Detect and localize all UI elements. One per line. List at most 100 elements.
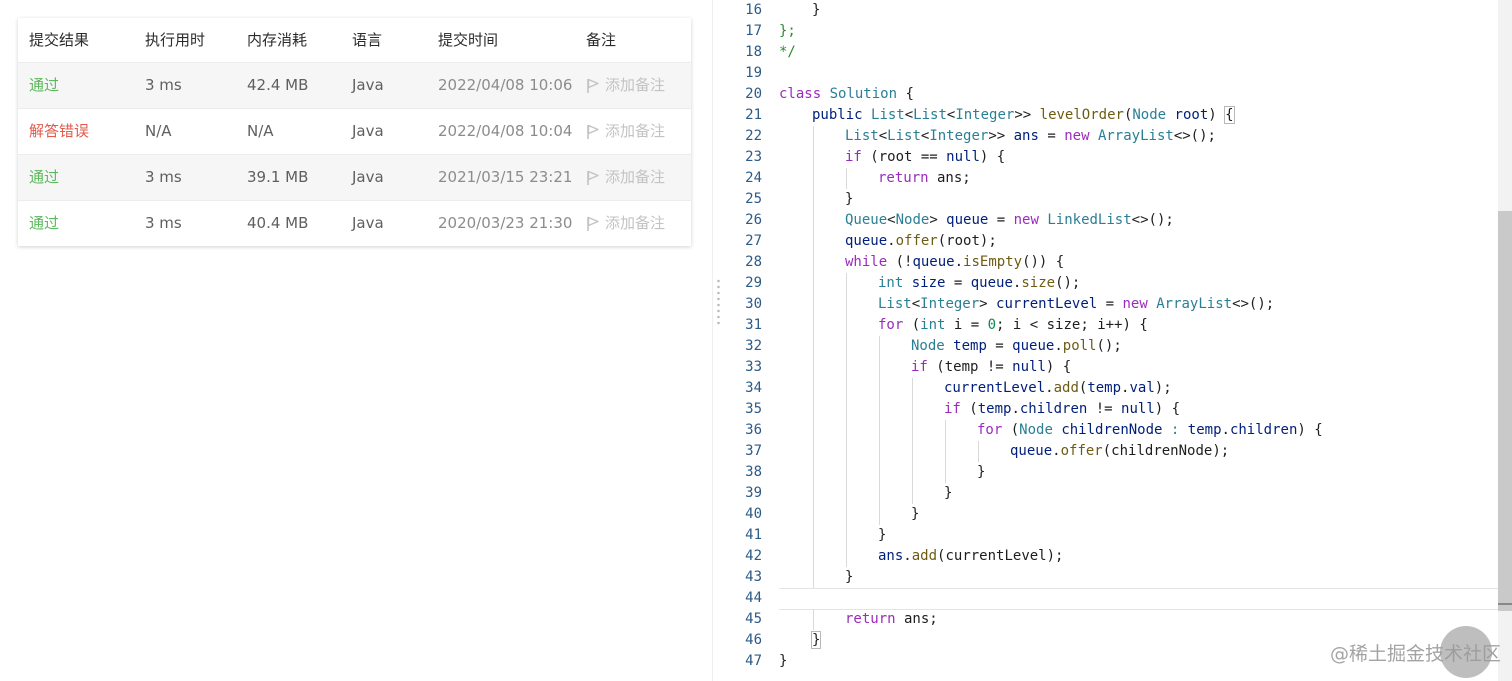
add-note-button[interactable]: 添加备注 [586,155,665,200]
indent-guide [813,168,814,189]
line-number: 46 [745,632,762,648]
table-row: 解答错误 N/A N/A Java 2022/04/08 10:04 添加备注 [18,108,691,154]
vertical-scrollbar[interactable] [1498,0,1512,681]
code-token: i = [945,317,988,333]
code-token: } [911,506,920,522]
code-line: return ans; [878,168,971,189]
code-token: new [1064,128,1090,144]
code-token: List [871,107,905,123]
code-token: } [845,191,854,207]
indent-guide [846,504,847,525]
language-cell: Java [352,122,384,140]
runtime-cell: 3 ms [145,214,182,232]
code-token: Node [1132,107,1167,123]
code-token: < [904,107,914,123]
indent-guide [813,294,814,315]
language-cell: Java [352,76,384,94]
line-number: 43 [745,569,762,585]
code-line: } [812,0,820,21]
code-token: currentLevel [944,380,1046,396]
add-note-button[interactable]: 添加备注 [586,109,665,154]
code-token: } [878,527,887,543]
code-token: children [1019,401,1088,417]
code-line: List<List<Integer>> ans = new ArrayList<… [845,126,1216,147]
code-line: while (!queue.isEmpty()) { [845,252,1064,273]
code-line: queue.offer(root); [845,231,997,252]
code-token: } [812,2,821,18]
indent-guide [813,525,814,546]
indent-guide [813,399,814,420]
indent-guide [813,441,814,462]
code-line: } [911,504,919,525]
drag-handle-icon[interactable] [717,278,720,326]
language-cell: Java [352,214,384,232]
indent-guide [912,420,913,441]
code-line: ans.add(currentLevel); [878,546,1063,567]
line-number: 17 [745,23,762,39]
indent-guide [813,483,814,504]
code-token: children [1229,422,1298,438]
code-token: <>(); [1131,212,1174,228]
code-token: . [1054,338,1063,354]
code-line: } [810,630,822,651]
result-cell[interactable]: 解答错误 [29,109,89,154]
add-note-label: 添加备注 [605,122,666,140]
code-token: levelOrder [1039,107,1124,123]
code-token: int [878,275,904,291]
indent-guide [813,189,814,210]
code-token: ArrayList [1156,296,1233,312]
memory-cell: 40.4 MB [247,214,309,232]
indent-guide [945,420,946,441]
indent-guide [846,273,847,294]
indent-guide [813,336,814,357]
code-token: ; i < size; i++) { [996,317,1148,333]
code-token: Node [895,212,930,228]
result-cell[interactable]: 通过 [29,63,59,108]
result-cell[interactable]: 通过 [29,201,59,246]
code-token: . [1011,401,1020,417]
code-token: (root); [937,233,997,249]
code-token: { [897,86,914,102]
code-line: } [845,567,853,588]
indent-guide [912,483,913,504]
memory-cell: 39.1 MB [247,168,309,186]
indent-guide [813,231,814,252]
code-token: if [911,359,928,375]
code-token: List [878,296,912,312]
add-note-button[interactable]: 添加备注 [586,201,665,246]
scrollbar-cursor-marker [1498,603,1512,605]
result-cell[interactable]: 通过 [29,155,59,200]
code-editor[interactable]: 16 17 18 19 20 21 22 23 24 25 26 27 28 29 30 31 32 33 34 35… [724,0,1512,681]
add-note-button[interactable]: 添加备注 [586,63,665,108]
code-token: childrenNode [1061,422,1163,438]
matched-bracket: { [1224,106,1235,124]
indent-guide [879,336,880,357]
table-row: 通过 3 ms 40.4 MB Java 2020/03/23 21:30 添加备注 [18,200,691,246]
code-line: class Solution { [779,84,914,105]
flag-icon [587,124,599,139]
line-number: 39 [745,485,762,501]
code-token: List [887,128,921,144]
indent-guide [912,462,913,483]
code-area[interactable]: }}; */class Solution {public List<List<In… [779,0,1498,681]
code-token: temp [977,401,1012,417]
code-token: } [779,653,788,669]
code-line: Queue<Node> queue = new LinkedList<>(); [845,210,1174,231]
code-token: < [911,296,921,312]
code-token: queue [845,233,888,249]
code-token: poll [1062,338,1097,354]
code-token: != [1087,401,1122,417]
code-token: queue [1012,338,1055,354]
scrollbar-thumb[interactable] [1498,211,1512,611]
add-note-label: 添加备注 [605,76,666,94]
code-token: = [1097,296,1123,312]
code-line: currentLevel.add(temp.val); [944,378,1172,399]
code-line: return ans; [845,609,938,630]
code-token: public [812,107,863,123]
indent-guide [912,378,913,399]
line-number: 30 [745,296,762,312]
code-token: (childrenNode); [1102,443,1230,459]
